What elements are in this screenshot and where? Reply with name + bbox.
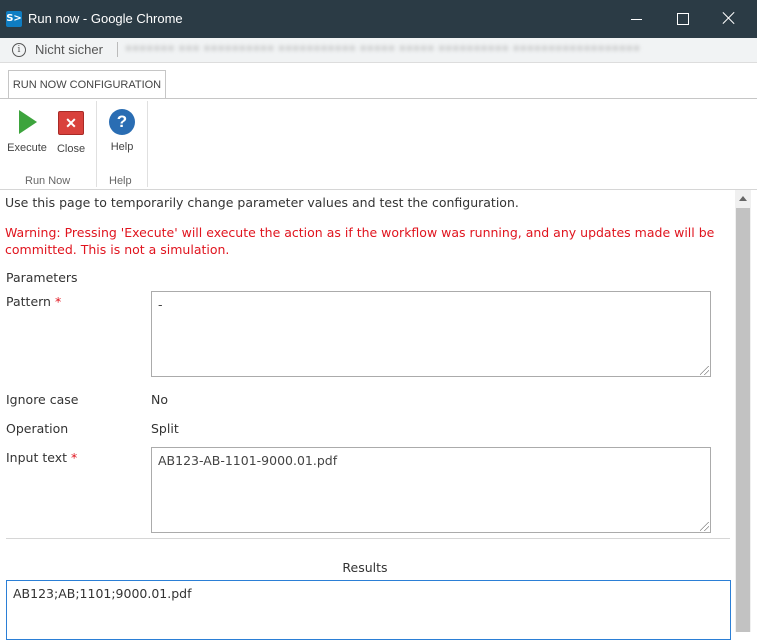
scroll-up-arrow-icon[interactable] — [739, 196, 747, 201]
window-title: Run now - Google Chrome — [28, 11, 183, 26]
required-marker: * — [71, 450, 78, 465]
help-icon: ? — [109, 109, 135, 135]
help-button[interactable]: ? Help — [103, 109, 141, 153]
vertical-scrollbar[interactable] — [735, 190, 751, 632]
warning-text: Warning: Pressing 'Execute' will execute… — [5, 225, 715, 257]
execute-label: Execute — [7, 142, 47, 154]
execute-button[interactable]: Execute — [6, 109, 48, 154]
scrollbar-thumb[interactable] — [736, 208, 750, 632]
group-label-run-now: Run Now — [25, 175, 71, 187]
results-field[interactable]: AB123;AB;1101;9000.01.pdf — [6, 580, 731, 640]
input-text-value: AB123-AB-1101-9000.01.pdf — [158, 453, 338, 468]
address-separator — [117, 42, 118, 57]
ribbon-tab-strip: RUN NOW CONFIGURATION — [0, 63, 757, 100]
group-label-help: Help — [109, 175, 132, 187]
group-divider — [96, 101, 97, 187]
help-label: Help — [110, 141, 134, 153]
section-divider — [6, 538, 730, 539]
close-x-icon: ✕ — [58, 111, 84, 137]
pattern-value: - — [158, 297, 163, 312]
close-icon — [722, 11, 736, 25]
ignore-case-value: No — [151, 392, 168, 407]
security-label[interactable]: Nicht sicher — [35, 42, 103, 57]
ignore-case-label: Ignore case — [6, 392, 79, 407]
tab-run-now-configuration[interactable]: RUN NOW CONFIGURATION — [8, 70, 166, 100]
address-bar: i Nicht sicher ••••••• ••• •••••••••• ••… — [0, 38, 757, 63]
pattern-label: Pattern * — [6, 294, 61, 309]
results-value: AB123;AB;1101;9000.01.pdf — [13, 586, 192, 601]
input-text-label: Input text * — [6, 450, 77, 465]
maximize-button[interactable] — [660, 0, 706, 38]
ribbon: Execute ✕ Close ? Help Run Now Help — [0, 99, 757, 190]
main-content: Use this page to temporarily change para… — [0, 190, 735, 640]
close-window-button[interactable] — [706, 0, 752, 38]
parameters-heading: Parameters — [6, 270, 78, 285]
resize-grip-icon[interactable] — [700, 366, 709, 375]
input-text-field[interactable]: AB123-AB-1101-9000.01.pdf — [151, 447, 711, 533]
group-divider — [147, 101, 148, 187]
operation-label: Operation — [6, 421, 69, 436]
results-heading: Results — [342, 560, 388, 575]
pattern-field[interactable]: - — [151, 291, 711, 377]
pattern-label-text: Pattern — [6, 294, 51, 309]
url-text[interactable]: ••••••• ••• •••••••••• ••••••••••• •••••… — [125, 42, 725, 56]
maximize-icon — [677, 13, 689, 25]
close-label: Close — [56, 143, 86, 155]
info-icon[interactable]: i — [12, 43, 26, 57]
minimize-icon — [631, 19, 642, 20]
minimize-button[interactable] — [614, 0, 660, 38]
resize-grip-icon[interactable] — [700, 522, 709, 531]
play-icon — [14, 110, 40, 136]
input-text-label-text: Input text — [6, 450, 68, 465]
close-button[interactable]: ✕ Close — [52, 109, 90, 155]
window-titlebar: S> Run now - Google Chrome — [0, 0, 757, 38]
intro-text: Use this page to temporarily change para… — [5, 195, 519, 210]
sharepoint-icon: S> — [6, 11, 22, 27]
required-marker: * — [54, 294, 62, 309]
operation-value: Split — [151, 421, 179, 436]
